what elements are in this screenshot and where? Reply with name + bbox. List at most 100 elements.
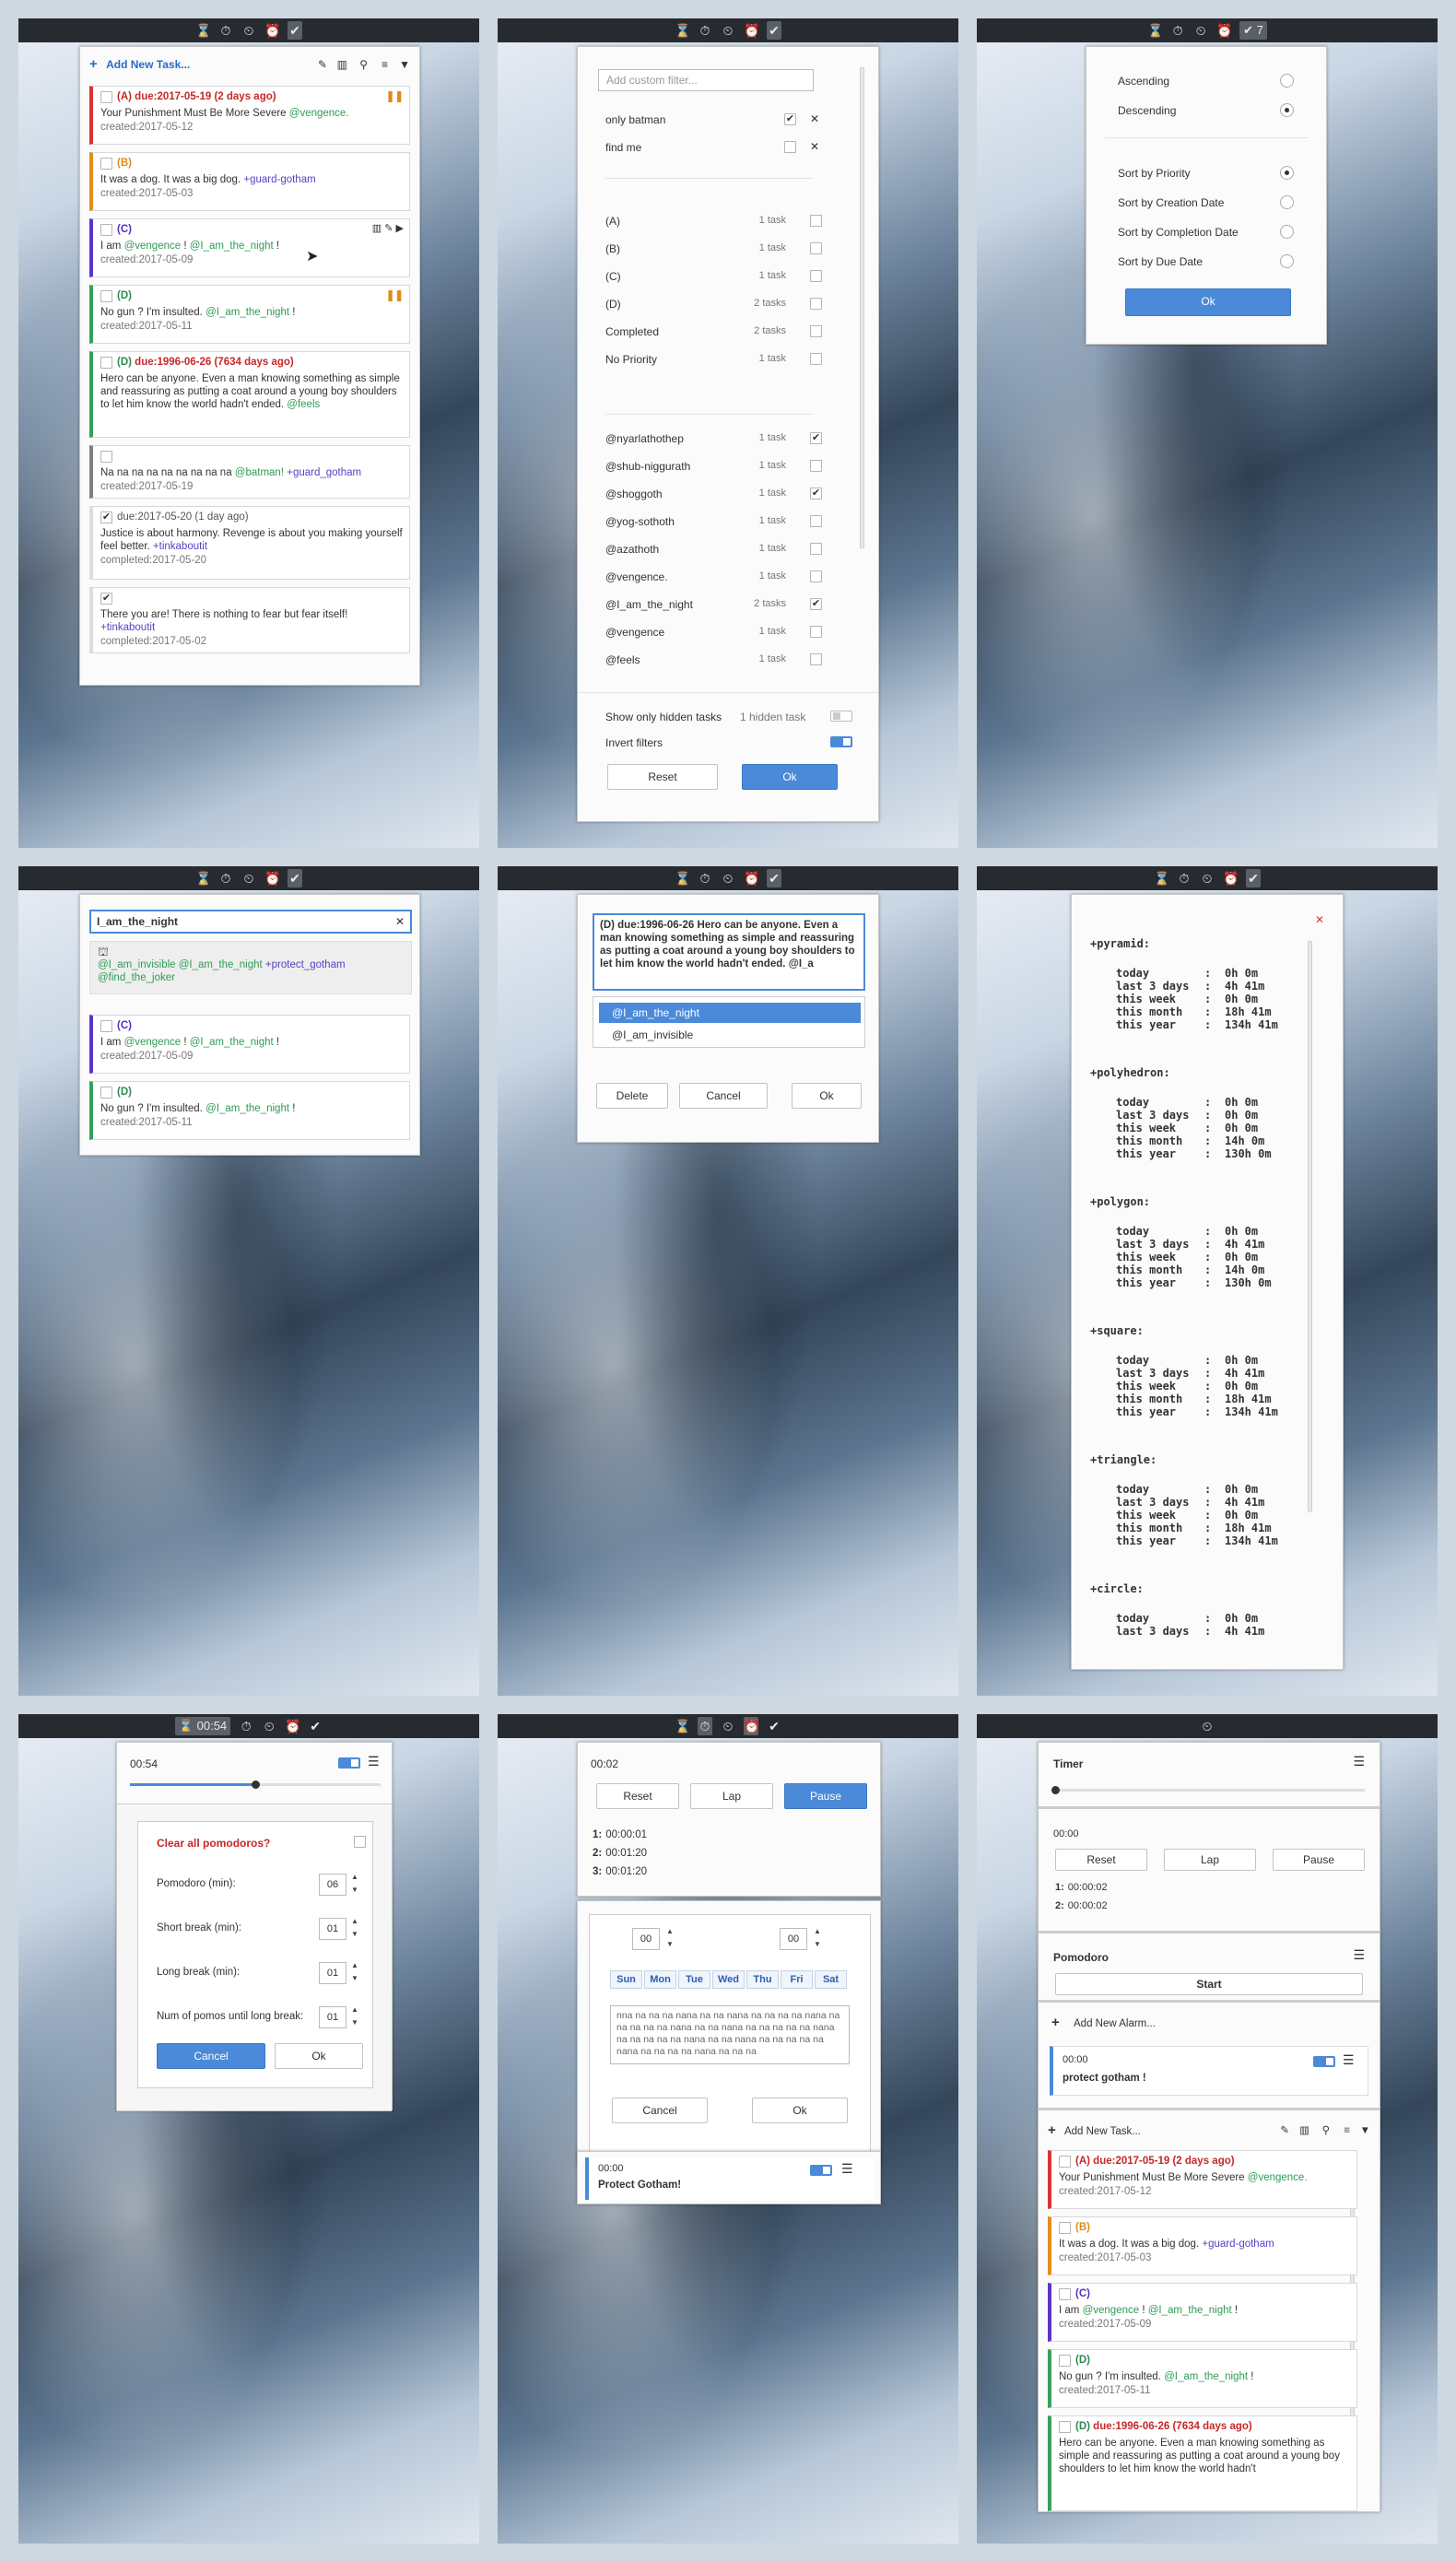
timer-icon[interactable]: ⏲: [721, 1717, 735, 1735]
radio[interactable]: [1280, 254, 1294, 268]
filter-checkbox[interactable]: [810, 270, 822, 282]
hourglass-icon[interactable]: ⌛: [1147, 21, 1163, 40]
field-input[interactable]: 01: [319, 2006, 346, 2028]
task-card[interactable]: (A) due:2017-05-19 (2 days ago) Your Pun…: [1048, 2150, 1357, 2209]
scrollbar[interactable]: [1308, 941, 1312, 1512]
lap-button[interactable]: Lap: [690, 1783, 773, 1809]
close-icon[interactable]: ✕: [395, 911, 405, 932]
cancel-button[interactable]: Cancel: [157, 2043, 265, 2069]
filter-item[interactable]: (D) 2 tasks: [605, 298, 823, 311]
reset-button[interactable]: Reset: [1055, 1849, 1147, 1871]
edit-icon[interactable]: ✎: [384, 223, 393, 234]
sort-by-completion[interactable]: Sort by Completion Date: [1118, 225, 1302, 239]
check-icon[interactable]: ✔: [308, 1717, 323, 1735]
sort-by-due[interactable]: Sort by Due Date: [1118, 254, 1302, 268]
hourglass-icon[interactable]: ⌛: [675, 869, 690, 887]
alarm-toggle[interactable]: [1313, 2056, 1335, 2067]
hours-down-icon[interactable]: ▼: [663, 1939, 676, 1949]
task-checkbox[interactable]: [1059, 2421, 1071, 2433]
hours-up-icon[interactable]: ▲: [663, 1926, 676, 1936]
hourglass-icon[interactable]: ⌛: [1154, 869, 1169, 887]
task-checkbox[interactable]: [100, 91, 112, 103]
add-alarm-button[interactable]: Add New Alarm...: [1074, 2018, 1156, 2029]
radio[interactable]: [1280, 166, 1294, 180]
task-card[interactable]: (C) I am @vengence ! @I_am_the_night ! c…: [1048, 2283, 1357, 2342]
stepper-up-icon[interactable]: ▲: [348, 2004, 361, 2015]
task-checkbox[interactable]: ✔: [100, 511, 112, 523]
sort-by-priority[interactable]: Sort by Priority: [1118, 166, 1302, 180]
minutes-down-icon[interactable]: ▼: [811, 1939, 824, 1949]
field-input[interactable]: 01: [319, 1918, 346, 1940]
stopwatch-icon[interactable]: ⏱: [698, 1717, 712, 1735]
stopwatch-icon[interactable]: ⏱: [698, 869, 712, 887]
task-card[interactable]: (D) ❚❚ No gun ? I'm insulted. @I_am_the_…: [89, 285, 410, 344]
stats-icon[interactable]: ▥: [1299, 2121, 1309, 2141]
filter-item[interactable]: @I_am_the_night 2 tasks ✔: [605, 598, 823, 611]
task-checkbox[interactable]: [1059, 2156, 1071, 2168]
timer-icon[interactable]: ⏲: [241, 869, 256, 887]
search-icon[interactable]: ⚲: [359, 54, 368, 75]
alarm-icon[interactable]: ⏰: [1223, 869, 1239, 887]
hourglass-icon[interactable]: ⌛: [675, 1717, 690, 1735]
ok-button[interactable]: Ok: [792, 1083, 862, 1109]
filter-item[interactable]: @vengence 1 task: [605, 626, 823, 639]
menu-icon[interactable]: ☰: [1343, 2052, 1355, 2068]
task-card[interactable]: (D) No gun ? I'm insulted. @I_am_the_nig…: [89, 1081, 410, 1140]
menu-icon[interactable]: ☰: [1353, 1754, 1365, 1769]
ok-button[interactable]: Ok: [742, 764, 838, 790]
alarm-item[interactable]: 00:00 Protect Gotham! ☰: [585, 2157, 875, 2200]
task-card[interactable]: (B) It was a dog. It was a big dog. +gua…: [1048, 2216, 1357, 2275]
clean-icon[interactable]: ✎: [1280, 2121, 1289, 2141]
filter-icon[interactable]: ▼: [1360, 2121, 1370, 2141]
stats-icon[interactable]: ▥: [372, 223, 382, 234]
task-card[interactable]: (C) ▥ ✎ ▶ I am @vengence ! @I_am_the_nig…: [89, 218, 410, 277]
task-card[interactable]: (D) due:1996-06-26 (7634 days ago) Hero …: [1048, 2415, 1357, 2511]
reset-button[interactable]: Reset: [607, 764, 718, 790]
check-icon[interactable]: ✔: [767, 1717, 781, 1735]
task-checkbox[interactable]: [100, 224, 112, 236]
autocomplete-list[interactable]: ⛫ @I_am_invisible @I_am_the_night +prote…: [89, 941, 412, 994]
hours-input[interactable]: 00: [632, 1928, 660, 1950]
task-checkbox[interactable]: [1059, 2222, 1071, 2234]
custom-filter-checkbox[interactable]: ✔: [784, 113, 796, 125]
stepper-down-icon[interactable]: ▼: [348, 1929, 361, 1939]
custom-filter-item[interactable]: find me ✕: [605, 140, 827, 154]
hourglass-icon[interactable]: ⌛ 00:54: [174, 1717, 231, 1735]
stats-icon[interactable]: ▥: [337, 54, 347, 75]
stepper-up-icon[interactable]: ▲: [348, 1916, 361, 1926]
filter-item[interactable]: @yog-sothoth 1 task: [605, 515, 823, 528]
timer-icon[interactable]: ⏲: [262, 1717, 276, 1735]
sort-icon[interactable]: ≡: [382, 54, 388, 75]
weekday-button[interactable]: Fri: [781, 1970, 813, 1989]
check-icon[interactable]: ✔: [288, 21, 302, 40]
custom-filter-checkbox[interactable]: [784, 141, 796, 153]
hourglass-icon[interactable]: ⌛: [675, 21, 690, 40]
stopwatch-icon[interactable]: ⏱: [218, 869, 233, 887]
stepper-up-icon[interactable]: ▲: [348, 1960, 361, 1970]
pause-button[interactable]: Pause: [784, 1783, 867, 1809]
invert-filters-row[interactable]: Invert filters: [605, 736, 863, 749]
cancel-button[interactable]: Cancel: [612, 2098, 708, 2123]
radio[interactable]: [1280, 103, 1294, 117]
radio[interactable]: [1280, 74, 1294, 88]
timer-icon[interactable]: ⏲: [721, 21, 735, 40]
filter-checkbox[interactable]: [810, 353, 822, 365]
filter-item[interactable]: @nyarlathothep 1 task ✔: [605, 432, 823, 445]
task-checkbox[interactable]: ✔: [100, 593, 112, 605]
task-checkbox[interactable]: [100, 1020, 112, 1032]
play-icon[interactable]: ▶: [396, 223, 404, 234]
filter-checkbox[interactable]: [810, 570, 822, 582]
stepper-up-icon[interactable]: ▲: [348, 1872, 361, 1882]
filter-item[interactable]: @feels 1 task: [605, 653, 823, 666]
alarm-icon[interactable]: ⏰: [1216, 21, 1232, 40]
task-checkbox[interactable]: [1059, 2288, 1071, 2300]
weekday-button[interactable]: Sun: [610, 1970, 642, 1989]
filter-checkbox[interactable]: [810, 626, 822, 638]
sort-by-creation[interactable]: Sort by Creation Date: [1118, 195, 1302, 209]
timer-icon[interactable]: ⏲: [241, 21, 256, 40]
filter-checkbox[interactable]: [810, 515, 822, 527]
hidden-tasks-toggle[interactable]: [830, 711, 852, 722]
task-checkbox[interactable]: [100, 451, 112, 463]
search-input[interactable]: I_am_the_night ✕: [89, 910, 412, 934]
check-icon[interactable]: ✔: [288, 869, 302, 887]
